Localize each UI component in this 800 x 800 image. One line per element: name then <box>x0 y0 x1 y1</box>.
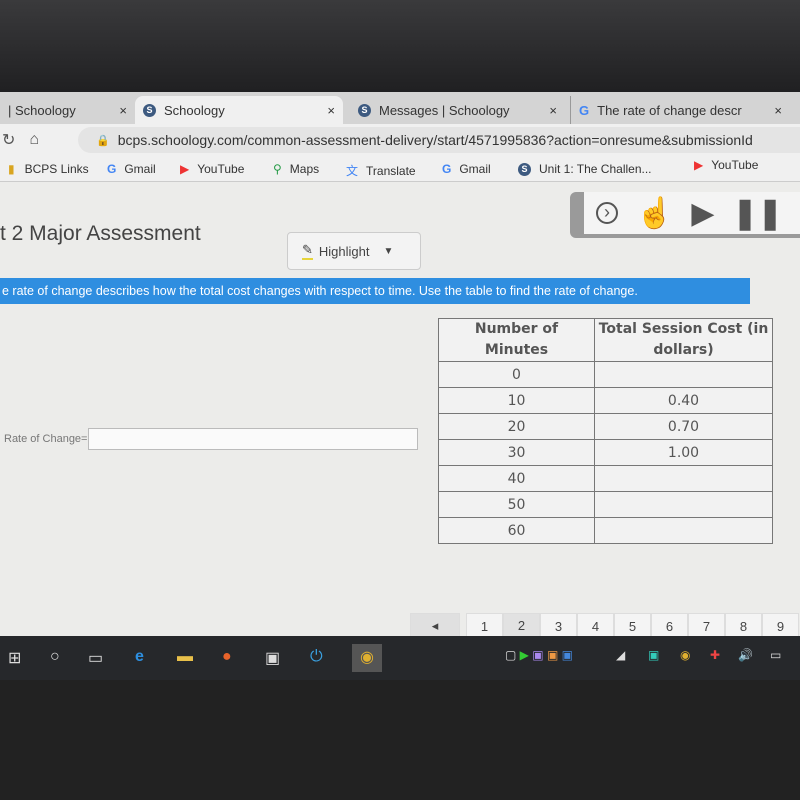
minutes-cell: 50 <box>438 491 595 518</box>
data-table: Number of Minutes Total Session Cost (in … <box>438 318 773 544</box>
schoology-icon: S <box>518 162 531 176</box>
tab-label: Messages | Schoology <box>379 102 510 118</box>
battery-icon[interactable]: ▭ <box>770 648 781 662</box>
monitor-bezel <box>0 0 800 95</box>
close-tab-icon[interactable]: × <box>327 103 335 118</box>
chevron-down-icon: ▼ <box>383 245 394 257</box>
bookmark-maps[interactable]: ⚲ Maps <box>273 162 319 176</box>
lock-icon: 🔒 <box>96 134 110 147</box>
minutes-cell: 20 <box>438 413 595 440</box>
close-tab-icon[interactable]: × <box>549 103 557 118</box>
highlight-label: Highlight <box>318 243 370 259</box>
close-tab-icon[interactable]: × <box>119 103 127 118</box>
security-shield-icon[interactable]: ✚ <box>710 648 720 662</box>
rate-of-change-row: Rate of Change= <box>4 428 419 450</box>
url-input[interactable]: 🔒 bcps.schoology.com/common-assessment-de… <box>78 127 800 153</box>
highlight-dropdown[interactable]: ✎ Highlight ▼ <box>287 232 421 270</box>
header-cost: Total Session Cost (in dollars) <box>594 318 773 362</box>
rate-of-change-input[interactable] <box>88 428 419 450</box>
bookmark-gmail-2[interactable]: G Gmail <box>442 162 491 176</box>
minutes-cell: 40 <box>438 465 595 492</box>
google-icon: G <box>579 102 590 118</box>
google-icon: G <box>442 162 452 176</box>
schoology-icon: S <box>143 103 156 117</box>
text-to-speech-toolbar: › ☝ ▶ ❚❚ <box>570 192 800 238</box>
volume-icon[interactable]: 🔊 <box>738 648 753 662</box>
schoology-icon: S <box>358 103 371 117</box>
youtube-icon: ▶ <box>694 158 704 172</box>
search-circle-icon[interactable]: ○ <box>50 648 60 666</box>
tray-app-icon[interactable]: ▣ <box>648 648 659 662</box>
monitor-bezel-bottom <box>0 680 800 800</box>
chrome-icon[interactable]: ◉ <box>352 644 382 672</box>
table-row: 0 <box>438 361 773 388</box>
chrome-tray-icon[interactable]: ◉ <box>680 648 690 662</box>
cost-cell <box>594 465 773 492</box>
bookmark-gmail[interactable]: G Gmail <box>107 162 156 176</box>
translate-icon: 文 <box>346 164 359 178</box>
bookmark-bcps-links[interactable]: ▮ BCPS Links <box>8 162 89 176</box>
bookmarks-bar: ▮ BCPS Links G Gmail ▶ YouTube ⚲ Maps 文 Trans… <box>0 156 800 182</box>
store-icon[interactable]: ▣ <box>265 648 280 668</box>
tab-label: Schoology <box>164 102 225 118</box>
click-to-speak-hand-icon[interactable]: ☝ <box>636 196 673 231</box>
close-tab-icon[interactable]: × <box>774 103 782 118</box>
task-view-icon[interactable]: ▭ <box>88 648 103 668</box>
browser-tab[interactable]: G The rate of change descr × <box>570 96 790 124</box>
cost-cell <box>594 517 773 544</box>
pause-icon[interactable]: ❚❚ <box>732 196 782 231</box>
cost-cell <box>594 491 773 518</box>
play-icon[interactable]: ▶ <box>691 196 714 231</box>
google-icon: G <box>107 162 117 176</box>
minutes-cell: 30 <box>438 439 595 466</box>
power-app-icon[interactable]: ⏻ <box>310 648 323 666</box>
minutes-cell: 0 <box>438 361 595 388</box>
address-bar-row: ↻ ⌂ 🔒 bcps.schoology.com/common-assessmen… <box>0 124 800 156</box>
bookmark-translate[interactable]: 文 Translate <box>346 162 416 179</box>
browser-tab[interactable]: | Schoology × <box>0 96 135 124</box>
wifi-icon[interactable]: ◢ <box>616 648 625 662</box>
table-row: 40 <box>438 465 773 492</box>
cost-cell <box>594 361 773 388</box>
screen: | Schoology × S Schoology × S Messages | Sch… <box>0 92 800 647</box>
table-row: 20 0.70 <box>438 413 773 440</box>
folder-icon: ▮ <box>8 162 15 176</box>
home-icon[interactable]: ⌂ <box>29 131 39 149</box>
extension-tray-icons[interactable]: ▢ ▶ ▣ ▣ ▣ <box>505 648 573 662</box>
table-row: 10 0.40 <box>438 387 773 414</box>
page-title: t 2 Major Assessment <box>0 222 201 245</box>
tab-label: The rate of change descr <box>597 102 742 118</box>
browser-tab[interactable]: S Messages | Schoology × <box>350 96 565 124</box>
firefox-icon[interactable]: ● <box>222 648 232 666</box>
maps-pin-icon: ⚲ <box>273 162 282 176</box>
browser-tab-active[interactable]: S Schoology × <box>135 96 343 124</box>
bookmark-youtube[interactable]: ▶ YouTube <box>180 162 244 176</box>
expand-toolbar-icon[interactable]: › <box>596 202 618 224</box>
cost-cell: 1.00 <box>594 439 773 466</box>
table-row: 50 <box>438 491 773 518</box>
tab-label: | Schoology <box>8 102 76 118</box>
bookmark-youtube-2[interactable]: ▶ YouTube <box>694 158 758 172</box>
edge-icon[interactable]: e <box>135 648 144 666</box>
youtube-icon: ▶ <box>180 162 190 176</box>
rate-of-change-label: Rate of Change= <box>4 433 88 445</box>
minutes-cell: 10 <box>438 387 595 414</box>
bookmark-unit-1[interactable]: S Unit 1: The Challen... <box>518 162 652 176</box>
question-prompt: e rate of change describes how the total… <box>0 278 750 304</box>
minutes-cell: 60 <box>438 517 595 544</box>
table-row: 60 <box>438 517 773 544</box>
table-header-row: Number of Minutes Total Session Cost (in … <box>438 318 773 362</box>
pencil-highlight-icon: ✎ <box>302 242 313 260</box>
url-text: bcps.schoology.com/common-assessment-del… <box>117 132 753 148</box>
windows-start-icon[interactable]: ⊞ <box>8 648 21 668</box>
header-minutes: Number of Minutes <box>438 318 595 362</box>
tab-bar: | Schoology × S Schoology × S Messages | Sch… <box>0 92 800 124</box>
file-explorer-icon[interactable]: ▬ <box>177 648 193 666</box>
cost-cell: 0.40 <box>594 387 773 414</box>
table-row: 30 1.00 <box>438 439 773 466</box>
reload-icon[interactable]: ↻ <box>2 130 15 150</box>
cost-cell: 0.70 <box>594 413 773 440</box>
windows-taskbar: ⊞ ○ ▭ e ▬ ● ▣ ⏻ ◉ ▢ ▶ ▣ ▣ ▣ ◢ ▣ ◉ ✚ 🔊 ▭ <box>0 636 800 680</box>
